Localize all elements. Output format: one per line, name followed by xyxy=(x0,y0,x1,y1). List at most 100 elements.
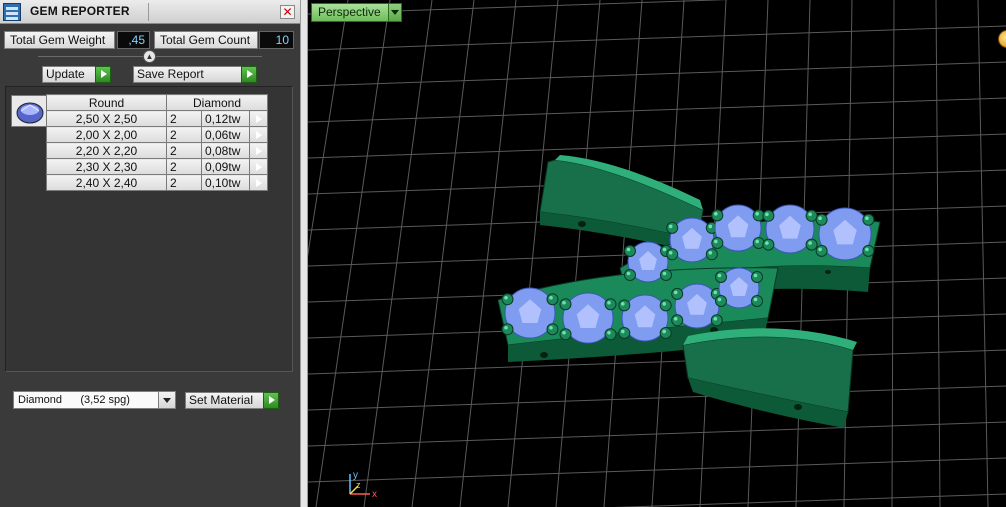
play-icon[interactable] xyxy=(249,142,268,159)
prong-highlight xyxy=(662,271,667,276)
prong xyxy=(715,295,727,307)
material-select[interactable]: Diamond (3,52 spg) xyxy=(13,391,176,409)
update-button[interactable]: Update xyxy=(42,66,111,83)
prong-highlight xyxy=(708,224,713,229)
prong xyxy=(660,269,672,281)
material-select-value: Diamond (3,52 spg) xyxy=(18,394,130,406)
prong-highlight xyxy=(753,273,758,278)
prong-highlight xyxy=(717,273,722,278)
play-icon[interactable] xyxy=(249,126,268,143)
prong-highlight xyxy=(713,290,718,295)
prong-highlight xyxy=(755,212,759,216)
chevron-down-icon[interactable] xyxy=(387,4,401,21)
play-icon xyxy=(95,66,111,83)
window-title: GEM REPORTER xyxy=(30,4,130,18)
gem-count: 2 xyxy=(166,174,202,191)
prong-highlight xyxy=(626,247,631,252)
axis-label-z: z xyxy=(356,480,361,490)
prong xyxy=(751,295,763,307)
jewelry-model[interactable] xyxy=(497,155,881,428)
play-icon[interactable] xyxy=(249,110,268,127)
set-material-button[interactable]: Set Material xyxy=(185,392,279,409)
prong xyxy=(715,271,727,283)
3d-scene[interactable] xyxy=(308,0,1006,507)
save-report-button[interactable]: Save Report xyxy=(133,66,257,83)
gem-size: 2,20 X 2,20 xyxy=(46,142,167,159)
axis-gizmo: y x z xyxy=(349,470,377,500)
prong xyxy=(805,238,818,251)
prong xyxy=(752,236,765,249)
prong-highlight xyxy=(673,290,678,295)
prong xyxy=(604,298,617,311)
prong xyxy=(762,238,775,251)
prong-highlight xyxy=(708,251,713,255)
close-icon[interactable]: ✕ xyxy=(280,5,295,19)
gem-weight: 0,06tw xyxy=(201,126,250,143)
diamond-thumbnail[interactable] xyxy=(11,95,47,127)
prong xyxy=(751,271,763,283)
prong-highlight xyxy=(562,300,566,305)
grid-line xyxy=(507,0,559,507)
column-header-type: Diamond xyxy=(166,94,268,111)
prong xyxy=(711,236,724,249)
gem-weight: 0,10tw xyxy=(201,174,250,191)
grid-line xyxy=(308,97,1006,123)
panel-splitter[interactable] xyxy=(300,0,308,507)
prong xyxy=(501,323,514,336)
title-bar[interactable]: GEM REPORTER ✕ xyxy=(0,0,300,24)
grid-line xyxy=(308,349,1006,375)
prong-highlight xyxy=(808,241,812,245)
prong xyxy=(762,209,775,222)
prong-highlight xyxy=(662,247,667,252)
prong-highlight xyxy=(621,302,625,306)
prong xyxy=(805,209,818,222)
total-gem-weight-label: Total Gem Weight xyxy=(4,31,115,49)
gem-weight: 0,12tw xyxy=(201,110,250,127)
total-gem-weight-value: ,45 xyxy=(117,31,150,49)
prong-highlight xyxy=(662,329,666,334)
play-icon[interactable] xyxy=(249,158,268,175)
table-row[interactable]: 2,40 X 2,40 2 0,10tw xyxy=(46,174,268,191)
prong-highlight xyxy=(713,317,718,321)
round-gem-icon xyxy=(16,102,44,124)
prong xyxy=(671,287,684,300)
viewport-perspective[interactable]: Perspective y x z xyxy=(308,0,1006,507)
prong xyxy=(705,248,718,261)
prong-highlight xyxy=(668,251,673,255)
play-icon[interactable] xyxy=(249,174,268,191)
prong-highlight xyxy=(818,247,822,252)
view-dropdown-button[interactable]: Perspective xyxy=(311,3,402,22)
prong xyxy=(711,209,724,222)
table-header: Round Diamond xyxy=(46,94,268,111)
table-row[interactable]: 2,20 X 2,20 2 0,08tw xyxy=(46,142,268,159)
gem-weight: 0,09tw xyxy=(201,158,250,175)
prong xyxy=(815,213,828,226)
prong-highlight xyxy=(818,216,822,220)
table-row[interactable]: 2,00 X 2,00 2 0,06tw xyxy=(46,126,268,143)
chevron-down-icon[interactable] xyxy=(158,392,175,408)
table-row[interactable]: 2,30 X 2,30 2 0,09tw xyxy=(46,158,268,175)
table-row[interactable]: 2,50 X 2,50 2 0,12tw xyxy=(46,110,268,127)
prong-highlight xyxy=(755,239,759,244)
gem-list: Round Diamond 2,50 X 2,50 2 0,12tw 2,00 … xyxy=(5,86,293,372)
prong-highlight xyxy=(865,216,869,220)
gem-size: 2,00 X 2,00 xyxy=(46,126,167,143)
prong xyxy=(666,221,679,234)
axis-label-x: x xyxy=(372,489,377,500)
save-report-button-label: Save Report xyxy=(137,67,204,81)
title-separator xyxy=(148,3,149,21)
grid-line xyxy=(315,0,391,507)
update-button-label: Update xyxy=(46,67,85,81)
prong-highlight xyxy=(549,325,553,330)
prong-highlight xyxy=(765,212,769,217)
view-label: Perspective xyxy=(318,5,381,19)
prong xyxy=(604,328,617,341)
set-material-button-label: Set Material xyxy=(189,393,254,407)
collapse-toggle[interactable]: ▲ xyxy=(143,50,156,63)
grid-line xyxy=(308,0,730,15)
grid-line xyxy=(308,61,1006,87)
prong-highlight xyxy=(607,300,611,305)
prong xyxy=(671,314,684,327)
play-icon xyxy=(263,392,279,409)
prong-highlight xyxy=(717,297,722,302)
